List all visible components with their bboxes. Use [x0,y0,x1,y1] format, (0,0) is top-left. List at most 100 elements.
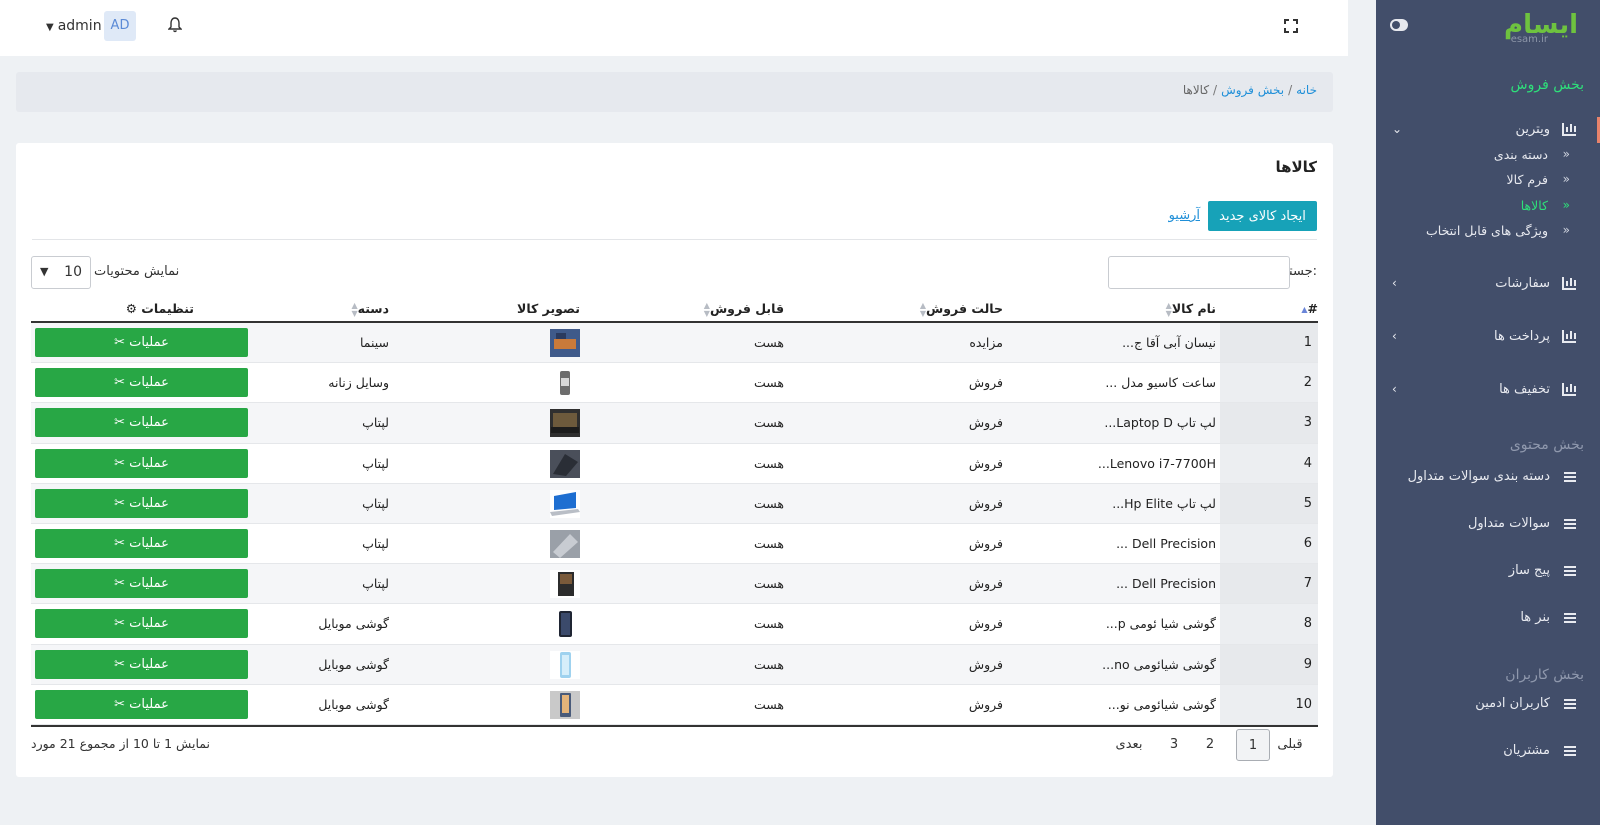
table-row: 4 Lenovo i7-7700H... فروش هست لپتاپ ✂ عملیات [31,443,1318,484]
operations-button[interactable]: ✂ عملیات [35,408,248,438]
sidebar-subitem-label: ویژگی های قابل انتخاب [1426,223,1548,238]
sidebar-subitem-product-form[interactable]: » فرم کالا [1376,171,1600,191]
table-row: 9 گوشی شیائومی no... فروش هست گوشی موبایل ✂ ع… [31,644,1318,685]
chevron-down-icon: ▼ [46,22,54,33]
product-category: وسایل زنانه [328,375,389,391]
operations-label: عملیات [129,616,169,632]
pagination-next[interactable]: بعدی [1112,729,1146,761]
sidebar-item-discounts[interactable]: تخفیف ها ‹ [1376,380,1600,402]
breadcrumb-separator: / [1213,83,1218,97]
breadcrumb-section-link[interactable]: بخش فروش [1221,83,1284,97]
product-category: گوشی موبایل [318,616,389,632]
sidebar-item-label: ویترین [1515,122,1550,137]
sidebar-subitem-selectable-attributes[interactable]: » ویژگی های قابل انتخاب [1376,222,1600,242]
sidebar-item-page-builder[interactable]: پیج ساز [1376,561,1600,583]
sidebar-item-admin-users[interactable]: کاربران ادمین [1376,694,1600,716]
sidebar-subitem-products[interactable]: » کالاها [1376,197,1600,217]
section-users-heading: بخش کاربران [1505,667,1584,683]
table-row: 10 گوشی شیائومی نو... فروش هست گوشی موبایل ✂ … [31,684,1318,725]
row-number: 8 [1303,616,1312,632]
sidebar-item-label: تخفیف ها [1499,382,1550,397]
operations-label: عملیات [129,576,169,592]
archive-link[interactable]: آرشیو [1169,208,1200,223]
table-header: ▲# ▲ ▼نام کالا ▲ ▼حالت فروش ▲ ▼قابل فروش تص… [31,297,1318,323]
table-info: نمایش 1 تا 10 از مجموع 21 مورد [31,736,210,751]
sale-mode: فروش [968,656,1003,672]
sidebar-subitem-label: کالاها [1520,198,1548,213]
product-thumbnail [550,369,580,398]
breadcrumb-separator: / [1288,83,1293,97]
pagination-page-1[interactable]: 1 [1236,729,1270,761]
sidebar-item-customers[interactable]: مشتریان [1376,741,1600,763]
table-row: 6 Dell Precision ... فروش هست لپتاپ ✂ عملیات [31,523,1318,565]
operations-button[interactable]: ✂ عملیات [35,689,248,719]
chart-icon [1562,277,1576,290]
pagination-page-2[interactable]: 2 [1200,729,1220,761]
operations-button[interactable]: ✂ عملیات [35,569,248,599]
tools-icon: ✂ [114,696,126,712]
product-thumbnail [550,409,580,438]
sidebar-item-faq[interactable]: سوالات متداول [1376,514,1600,536]
page-size-select[interactable]: 10 ▼ [31,256,91,289]
chevron-left-icon: ‹ [1392,329,1397,343]
sellable-status: هست [753,696,784,712]
sidebar-item-faq-categories[interactable]: دسته بندی سوالات متداول [1376,467,1600,489]
operations-button[interactable]: ✂ عملیات [35,528,248,558]
column-header-sellable[interactable]: ▲ ▼قابل فروش [701,301,784,318]
operations-button[interactable]: ✂ عملیات [35,649,248,679]
row-number: 4 [1303,455,1312,471]
product-thumbnail [550,610,580,639]
section-sales-heading: بخش فروش [1510,77,1585,93]
pagination-page-3[interactable]: 3 [1164,729,1184,761]
list-icon [1562,517,1576,530]
sidebar-subitem-label: دسته بندی [1493,147,1548,162]
operations-button[interactable]: ✂ عملیات [35,448,248,478]
operations-label: عملیات [129,656,169,672]
column-header-label: حالت فروش [926,301,1003,316]
operations-label: عملیات [129,335,169,350]
sidebar-subitem-categories[interactable]: » دسته بندی [1376,146,1600,166]
breadcrumb-bar: خانه/بخش فروش/کالاها [16,72,1333,112]
pagination-prev[interactable]: قبلی [1276,729,1304,761]
sidebar-item-banners[interactable]: بنر ها [1376,608,1600,630]
product-thumbnail [550,329,580,357]
product-name: Dell Precision ... [1116,535,1216,551]
sidebar-toggle-icon[interactable] [1390,19,1408,31]
search-input[interactable] [1108,256,1290,289]
logo[interactable]: ایسام esam.ir [1498,10,1579,46]
product-thumbnail [550,449,580,478]
column-header-name[interactable]: ▲ ▼نام کالا [1163,301,1216,318]
bell-icon[interactable] [167,17,183,33]
fullscreen-icon[interactable] [1284,19,1298,33]
operations-button[interactable]: ✂ عملیات [35,488,248,518]
column-header-num[interactable]: ▲# [1298,301,1318,316]
column-header-label: دسته [357,301,389,316]
user-name: admin [57,18,102,34]
sidebar-item-orders[interactable]: سفارشات ‹ [1376,274,1600,296]
sidebar-item-showcase[interactable]: ویترین ⌄ [1376,120,1600,142]
chart-icon [1562,383,1576,396]
sidebar-item-payments[interactable]: پرداخت ها ‹ [1376,327,1600,349]
product-name: ساعت کاسیو مدل ... [1105,375,1216,391]
row-number: 2 [1303,375,1312,391]
table-body: 1 نیسان آبی آقا ج... مزایده هست سینما ✂ عملیا… [31,323,1318,725]
column-header-label: قابل فروش [709,301,784,316]
operations-button[interactable]: ✂ عملیات [35,368,248,398]
create-product-button[interactable]: ایجاد کالای جدید [1208,201,1317,231]
sellable-status: هست [753,535,784,551]
product-name: لپ تاپ Laptop D... [1104,415,1216,431]
user-menu[interactable]: ▼ admin [46,18,102,34]
products-table: ▲# ▲ ▼نام کالا ▲ ▼حالت فروش ▲ ▼قابل فروش تص… [31,297,1318,727]
operations-button[interactable]: ✂ عملیات [35,328,248,357]
avatar[interactable]: AD [104,11,136,41]
top-header: AD ▼ admin [0,0,1348,56]
breadcrumb-home-link[interactable]: خانه [1296,83,1317,97]
column-header-label: تنظیمات [141,301,194,316]
column-header-category[interactable]: ▲ ▼دسته [348,301,389,318]
sidebar-item-label: کاربران ادمین [1475,696,1550,711]
column-header-mode[interactable]: ▲ ▼حالت فروش [917,301,1003,318]
sale-mode: فروش [968,576,1003,592]
operations-label: عملیات [129,415,169,431]
operations-button[interactable]: ✂ عملیات [35,609,248,639]
table-row: 8 گوشی شیا ئومی p... فروش هست گوشی موبایل ✂ ع… [31,604,1318,645]
